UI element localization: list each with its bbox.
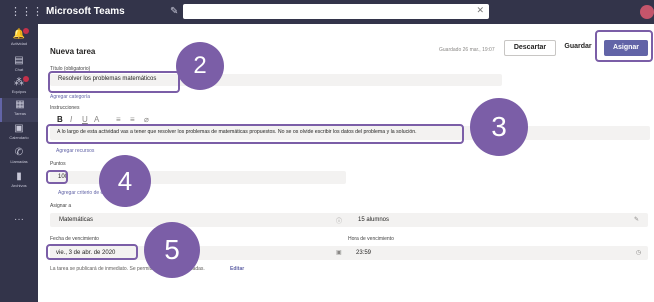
points-field[interactable]: 100 (50, 171, 346, 184)
info-icon[interactable]: ⓘ (336, 216, 342, 225)
teams-icon: ⁂ (14, 77, 24, 88)
calendar-icon[interactable]: ▣ (336, 249, 342, 256)
due-date-highlight (46, 244, 138, 260)
rail-item-chat[interactable]: ▤ Chat (0, 54, 38, 78)
callout-badge: 2 (176, 42, 224, 90)
rail-item-activity[interactable]: 🔔 Actividad (0, 28, 38, 52)
font-color-icon[interactable]: A (94, 115, 99, 124)
rail-item-files[interactable]: ▮ Archivos (0, 170, 38, 194)
due-time-label: Hora de vencimiento (348, 236, 394, 242)
rail-label: Equipos (11, 89, 27, 94)
class-value: Matemáticas (59, 217, 94, 223)
rail-label: Actividad (10, 41, 28, 46)
rail-label: Chat (14, 67, 24, 72)
bold-icon[interactable]: B (57, 115, 63, 124)
add-resources-link[interactable]: Agregar recursos (56, 148, 94, 154)
app-launcher-icon[interactable]: ⋮⋮⋮ (10, 6, 43, 18)
callout-badge: 4 (99, 155, 151, 207)
chat-icon: ▤ (14, 55, 24, 66)
instructions-highlight (46, 124, 464, 144)
due-time-field[interactable]: 23:59 ◷ (348, 246, 648, 260)
italic-icon[interactable]: I (70, 115, 72, 124)
page-title: Nueva tarea (50, 47, 96, 56)
rail-label: Archivos (11, 183, 27, 188)
rail-item-teams[interactable]: ⁂ Equipos (0, 76, 38, 100)
assign-to-label: Asignar a (50, 203, 72, 209)
avatar[interactable] (640, 5, 654, 19)
discard-button[interactable]: Descartar (504, 40, 556, 56)
class-select[interactable]: Matemáticas ⓘ (50, 213, 350, 227)
edit-link[interactable]: Editar (230, 266, 244, 272)
rail-item-calls[interactable]: ✆ Llamadas (0, 146, 38, 170)
top-bar: ⋮⋮⋮ Microsoft Teams ✎ ✕ (0, 0, 654, 24)
numbered-list-icon[interactable]: ≡ (130, 115, 135, 124)
assignments-icon: ▦ (15, 99, 25, 110)
rail-item-assignments[interactable]: ▦ Tareas (0, 98, 38, 122)
compose-icon[interactable]: ✎ (170, 6, 178, 17)
students-select[interactable]: 15 alumnos ✎ (348, 213, 648, 227)
edit-icon[interactable]: ✎ (634, 216, 639, 223)
file-icon: ▮ (16, 171, 22, 182)
phone-icon: ✆ (14, 147, 24, 158)
callout-badge: 5 (144, 222, 200, 278)
due-date-label: Fecha de vencimiento (50, 236, 99, 242)
instructions-label: Instrucciones (50, 105, 80, 111)
rail-item-calendar[interactable]: ▣ Calendario (0, 122, 38, 146)
calendar-icon: ▣ (14, 123, 24, 134)
saved-status: Guardado 26 mar., 19:07 (439, 47, 495, 53)
points-highlight (46, 170, 68, 184)
search-input[interactable]: ✕ (183, 4, 489, 19)
app-title: Microsoft Teams (46, 6, 125, 17)
rail-label: Calendario (9, 135, 29, 140)
clock-icon[interactable]: ◷ (636, 249, 641, 256)
close-icon[interactable]: ✕ (476, 5, 484, 16)
points-label: Puntos (50, 161, 66, 167)
save-button[interactable]: Guardar (560, 40, 596, 56)
underline-icon[interactable]: U (82, 115, 88, 124)
due-time-value: 23:59 (356, 250, 372, 256)
rail-label: Tareas (13, 111, 26, 116)
left-rail: 🔔 Actividad ▤ Chat ⁂ Equipos ▦ Tareas ▣ … (0, 24, 38, 302)
title-field-highlight (48, 71, 180, 93)
assign-button-highlight (595, 30, 653, 62)
bell-icon: 🔔 (12, 29, 26, 40)
link-icon[interactable]: ⌀ (144, 115, 149, 124)
more-icon[interactable]: ··· (0, 214, 38, 225)
students-value: 15 alumnos (358, 217, 390, 223)
notification-badge (23, 28, 29, 34)
notification-badge (23, 76, 29, 82)
callout-badge: 3 (470, 98, 528, 156)
add-category-link[interactable]: Agregar categoría (50, 94, 90, 100)
rail-label: Llamadas (10, 159, 28, 164)
bullet-list-icon[interactable]: ≡ (116, 115, 121, 124)
